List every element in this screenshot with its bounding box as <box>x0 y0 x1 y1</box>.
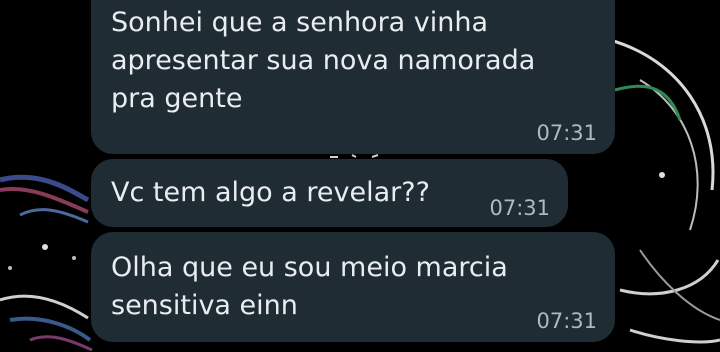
message-timestamp: 07:31 <box>489 196 550 220</box>
message-text: Vc tem algo a revelar?? <box>111 177 430 208</box>
message-bubble[interactable]: Olha que eu sou meio marcia sensitiva ei… <box>91 232 615 342</box>
message-bubble[interactable]: Sonhei que a senhora vinha apresentar su… <box>91 0 615 154</box>
message-timestamp: 07:31 <box>536 309 597 333</box>
message-timestamp: 07:31 <box>536 121 597 145</box>
message-text: Sonhei que a senhora vinha apresentar su… <box>111 7 536 114</box>
message-bubble[interactable]: Vc tem algo a revelar?? 07:31 <box>91 159 568 227</box>
message-text: Olha que eu sou meio marcia sensitiva ei… <box>111 252 508 321</box>
